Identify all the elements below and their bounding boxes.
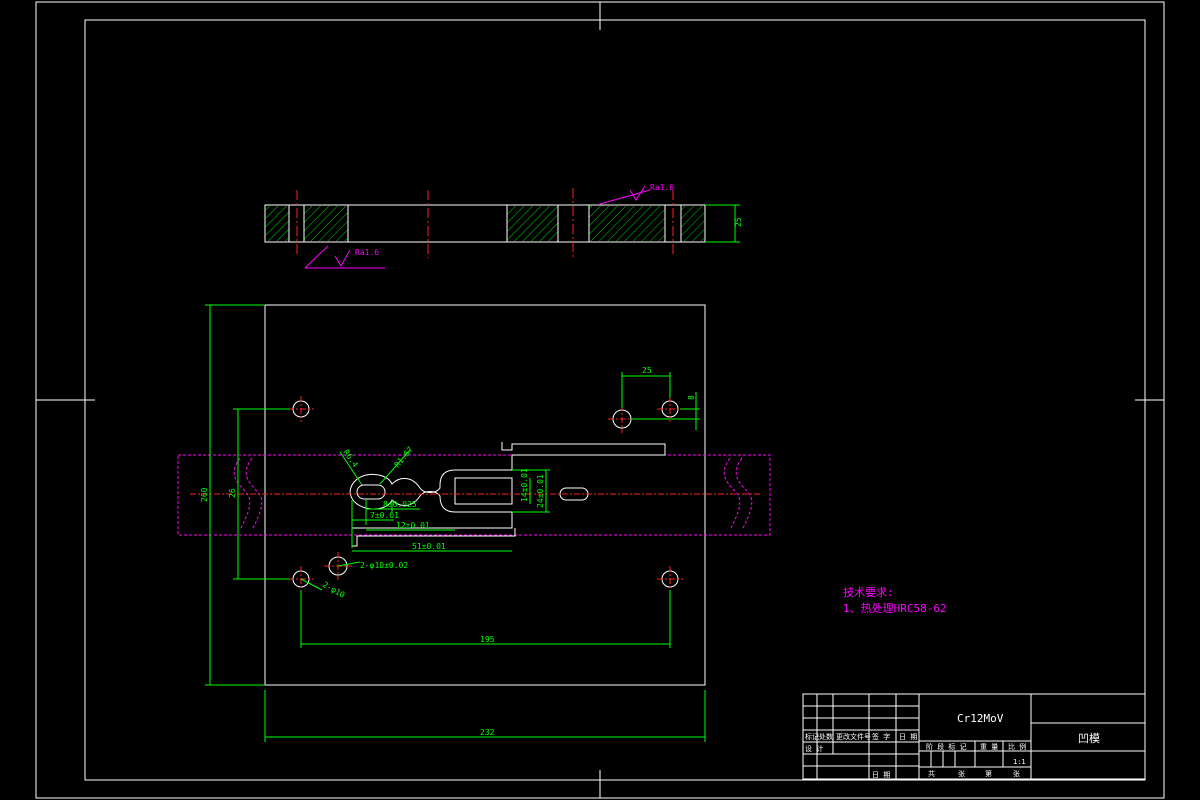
tb-h1: 标记 <box>805 732 819 741</box>
tb-s4: 共 <box>928 769 935 778</box>
dim-f: 24±0.01 <box>536 474 545 508</box>
dim-thickness: 25 <box>734 217 743 227</box>
dim-b: 7±0.01 <box>370 511 399 520</box>
tb-s2: 重 量 <box>980 743 998 751</box>
tb-s1: 阶 段 标 记 <box>926 742 967 751</box>
dim-c: 12±0.01 <box>396 521 430 530</box>
dim-hole-pitch-y: 26 <box>228 488 237 498</box>
dim-hole-offset-small: 8 <box>687 395 696 400</box>
dim-hole-dia: 2-φ10±0.02 <box>360 561 408 570</box>
roughness-label-bottom: Ra1.6 <box>355 248 379 257</box>
tb-r2: 日 期 <box>872 771 890 779</box>
dim-hole-pitch-x: 195 <box>480 635 495 644</box>
dim-e: 14±0.01 <box>520 468 529 502</box>
centering-marks <box>36 2 1164 798</box>
tb-h5: 日 期 <box>899 733 917 741</box>
roughness-label-top: Ra1.6 <box>650 183 674 192</box>
tb-h3: 更改文件号 <box>836 732 871 741</box>
material-label: Cr12MoV <box>957 712 1004 725</box>
drawing-canvas: 25 Ra1.6 Ra1.6 260 26 232 195 25 8 8±0.0… <box>35 1 1165 799</box>
tb-r1: 设 计 <box>805 744 823 753</box>
tb-s5: 张 <box>958 769 965 778</box>
dim-hole-offset: 25 <box>642 366 652 375</box>
dim-overall-width: 232 <box>480 728 495 737</box>
tb-s7: 张 <box>1013 769 1020 778</box>
scale-label: 1:1 <box>1013 758 1026 766</box>
tb-s6: 第 <box>985 769 992 778</box>
tb-h4: 签 字 <box>872 732 890 741</box>
dim-r2: R1.67 <box>393 445 415 469</box>
tech-notes-title: 技术要求: <box>843 586 894 599</box>
inner-frame <box>84 19 1146 781</box>
section-view: 25 Ra1.6 Ra1.6 <box>264 183 743 269</box>
plan-view: 260 26 232 195 25 8 8±0.025 7±0.01 12±0.… <box>177 304 771 742</box>
tech-notes-line1: 1、热处理HRC58-62 <box>843 602 947 615</box>
part-name-label: 凹模 <box>1078 732 1100 745</box>
tb-s3: 比 例 <box>1008 742 1026 751</box>
outer-border <box>35 1 1165 799</box>
dim-overall-height: 260 <box>200 487 209 502</box>
dim-a: 8±0.025 <box>383 500 417 509</box>
tb-h2: 处数 <box>819 732 833 741</box>
dim-hole-dia-small: 2-φ10 <box>321 580 347 600</box>
dim-d: 51±0.01 <box>412 542 446 551</box>
